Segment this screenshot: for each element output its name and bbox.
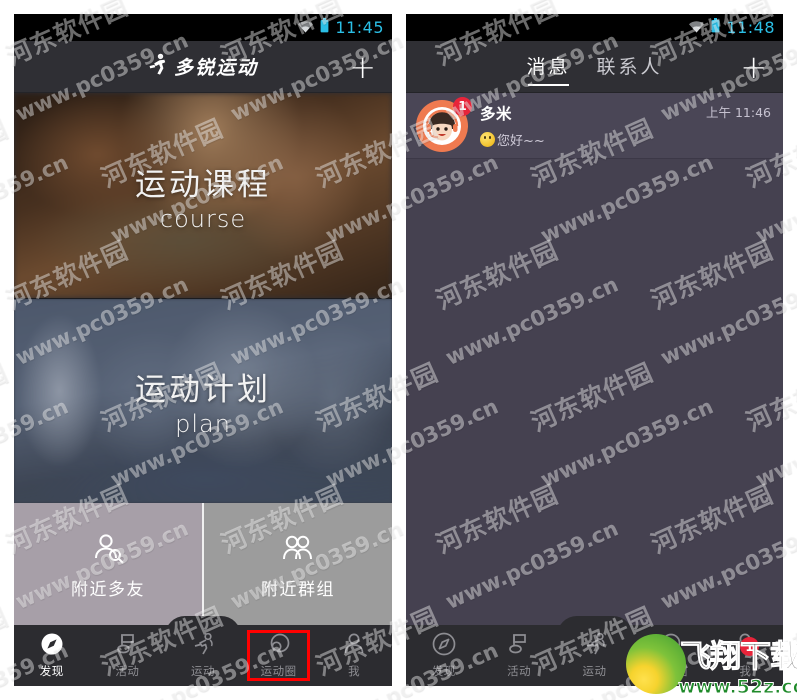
- message-sender-name: 多米: [480, 105, 513, 123]
- nav-item-activity-label: 活动: [115, 664, 140, 678]
- wifi-icon: [688, 18, 705, 37]
- wifi-icon: [297, 18, 314, 37]
- nav-item-activity[interactable]: 活动: [481, 625, 556, 686]
- tile-nearby-groups[interactable]: 附近群组: [202, 503, 392, 629]
- leaf-logo-icon: [626, 634, 686, 694]
- watermark-site-url: www.pc0359.cn: [752, 0, 797, 4]
- person-icon: [342, 632, 366, 660]
- card-plan-label: 运动计划 plan: [135, 364, 271, 438]
- circle-o-icon: [267, 632, 291, 660]
- nav-item-sport-label: 运动: [190, 664, 215, 678]
- watermark-site-name: 河东软件园: [0, 113, 13, 194]
- card-course-title-en: course: [159, 204, 247, 233]
- right-status-bar: 11:48: [406, 14, 783, 41]
- watermark-site-url: www.pc0359.cn: [0, 0, 72, 4]
- list-item[interactable]: 1 多米 您好~~ 上午 11:46: [406, 93, 783, 159]
- left-bottom-nav: 发现 活动 运动 运动圈 我: [14, 616, 392, 686]
- watermark-site-name: 河东软件园: [0, 357, 13, 438]
- watermark-site-url: www.pc0359.cn: [537, 0, 717, 4]
- screenshot-root: 11:45 多锐运动 + 运动课程 course 运动计划 plan 附近多友 …: [0, 0, 797, 700]
- add-button[interactable]: +: [740, 51, 767, 83]
- battery-icon: [320, 18, 329, 37]
- running-icon: [191, 632, 215, 660]
- unread-badge: 1: [453, 96, 472, 116]
- nav-item-discover[interactable]: 发现: [14, 625, 90, 686]
- nav-item-discover-label: 发现: [431, 664, 456, 678]
- runner-logo-icon: [148, 53, 167, 80]
- tile-nearby-groups-label: 附近群组: [261, 579, 335, 600]
- tile-nearby-friends-label: 附近多友: [71, 579, 145, 600]
- left-title-bar: 多锐运动 +: [14, 41, 392, 93]
- card-course-label: 运动课程 course: [135, 159, 271, 233]
- card-course[interactable]: 运动课程 course: [14, 93, 392, 298]
- nav-item-activity[interactable]: 活动: [90, 625, 166, 686]
- nav-item-activity-label: 活动: [507, 664, 532, 678]
- tiles-row: 附近多友 附近群组: [14, 503, 392, 629]
- message-content: 多米 您好~~: [480, 102, 706, 149]
- nav-item-sport-circle[interactable]: 运动圈: [241, 625, 317, 686]
- nav-item-sport-circle-label: 运动圈: [260, 664, 297, 678]
- card-course-title-cn: 运动课程: [135, 166, 271, 203]
- message-preview-text: 您好~~: [497, 134, 545, 149]
- nav-item-discover-label: 发现: [39, 664, 64, 678]
- card-plan[interactable]: 运动计划 plan: [14, 298, 392, 503]
- add-button[interactable]: +: [349, 51, 376, 83]
- left-status-bar: 11:45: [14, 14, 392, 41]
- watermark-site-url: www.pc0359.cn: [322, 0, 502, 4]
- status-time: 11:48: [726, 18, 775, 37]
- running-icon: [583, 632, 607, 660]
- nav-item-sport[interactable]: 运动: [165, 625, 241, 686]
- message-time: 上午 11:46: [706, 105, 771, 120]
- smiley-emoji-icon: [480, 132, 495, 147]
- nav-item-sport-label: 运动: [582, 664, 607, 678]
- app-title-text: 多锐运动: [173, 57, 258, 79]
- logo-brand-text: 飞翔下载: [680, 639, 797, 676]
- nav-item-discover[interactable]: 发现: [406, 625, 481, 686]
- compass-icon: [432, 632, 456, 660]
- flag-icon: [507, 632, 531, 660]
- people-group-icon: [281, 533, 315, 569]
- nav-item-me[interactable]: 我: [316, 625, 392, 686]
- right-phone-panel: 11:48 消息 联系人 + 1 多米 您好~~ 上午 11:46 发现 活动 …: [406, 14, 783, 686]
- battery-icon: [711, 18, 720, 37]
- message-list: 1 多米 您好~~ 上午 11:46: [406, 93, 783, 159]
- avatar[interactable]: 1: [416, 96, 472, 152]
- right-tab-bar: 消息 联系人 +: [406, 41, 783, 93]
- tile-nearby-friends[interactable]: 附近多友: [14, 503, 202, 629]
- card-plan-title-cn: 运动计划: [135, 372, 271, 408]
- nav-item-me-label: 我: [348, 664, 361, 678]
- logo-url-text: www.52z.com: [678, 676, 797, 699]
- tab-messages-label: 消息: [526, 56, 571, 78]
- watermark-site-name: 河东软件园: [0, 601, 13, 682]
- card-plan-title-en: plan: [175, 410, 231, 438]
- message-preview: 您好~~: [480, 130, 706, 149]
- left-phone-panel: 11:45 多锐运动 + 运动课程 course 运动计划 plan 附近多友 …: [14, 14, 392, 686]
- person-search-icon: [91, 533, 125, 569]
- tab-contacts[interactable]: 联系人: [597, 51, 663, 83]
- site-logo-watermark: 1 飞翔下载 www.52z.com: [620, 628, 797, 700]
- tab-messages[interactable]: 消息: [526, 51, 571, 86]
- watermark-site-url: www.pc0359.cn: [107, 0, 287, 4]
- page-title: 多锐运动: [148, 53, 258, 80]
- compass-icon: [40, 632, 64, 660]
- tab-contacts-label: 联系人: [596, 56, 663, 78]
- flag-icon: [115, 632, 139, 660]
- status-time: 11:45: [335, 18, 384, 37]
